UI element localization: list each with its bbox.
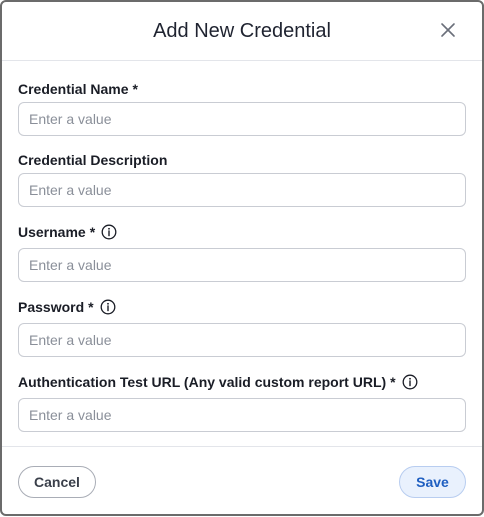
credential-name-label: Credential Name * [18, 79, 466, 99]
credential-name-label-text: Credential Name [18, 81, 129, 97]
auth-test-url-input[interactable] [18, 398, 466, 432]
credential-name-field: Credential Name * [18, 79, 466, 136]
credential-description-input[interactable] [18, 173, 466, 207]
password-label-text: Password [18, 299, 85, 315]
username-field: Username * [18, 222, 466, 282]
password-field: Password * [18, 297, 466, 357]
credential-description-field: Credential Description [18, 150, 466, 207]
info-icon[interactable] [402, 374, 418, 390]
credential-description-label: Credential Description [18, 150, 466, 170]
password-label: Password * [18, 297, 466, 317]
close-icon [441, 23, 455, 37]
required-mark: * [390, 374, 396, 390]
credential-description-label-text: Credential Description [18, 152, 168, 168]
username-label-text: Username [18, 224, 86, 240]
cancel-button[interactable]: Cancel [18, 466, 96, 498]
required-mark: * [88, 299, 94, 315]
password-input[interactable] [18, 323, 466, 357]
required-mark: * [89, 224, 96, 240]
close-button[interactable] [437, 19, 459, 41]
dialog-footer: Cancel Save [2, 446, 482, 517]
add-credential-dialog: Add New Credential Credential Name * Cre… [0, 0, 484, 516]
auth-test-url-label-text: Authentication Test URL (Any valid custo… [18, 374, 387, 390]
info-icon[interactable] [101, 224, 117, 240]
dialog-title: Add New Credential [153, 20, 331, 42]
credential-name-input[interactable] [18, 102, 466, 136]
auth-test-url-label: Authentication Test URL (Any valid custo… [18, 372, 466, 392]
info-icon[interactable] [100, 299, 116, 315]
dialog-header: Add New Credential [2, 2, 482, 61]
username-input[interactable] [18, 248, 466, 282]
username-label: Username * [18, 222, 466, 242]
save-button[interactable]: Save [399, 466, 466, 498]
auth-test-url-field: Authentication Test URL (Any valid custo… [18, 372, 466, 432]
required-mark: * [132, 81, 138, 97]
